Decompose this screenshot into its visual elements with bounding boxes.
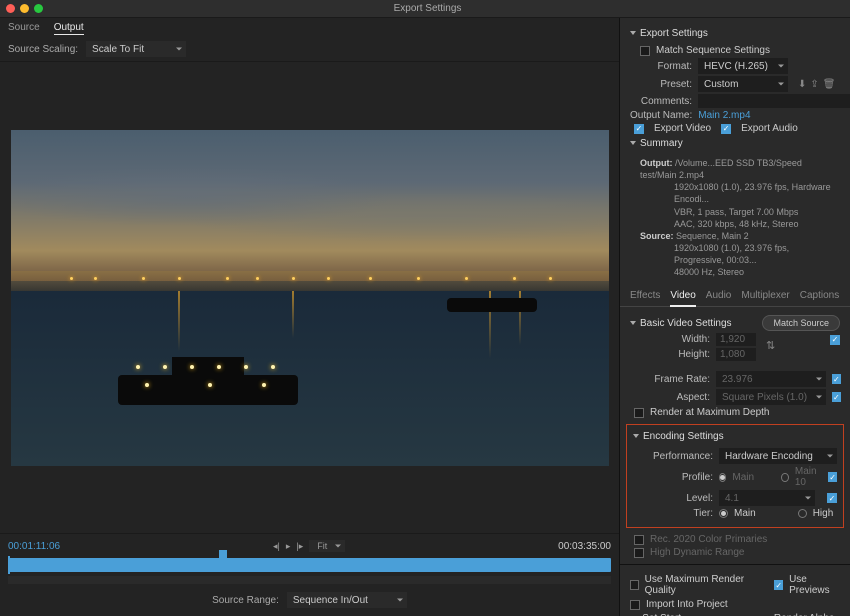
performance-label: Performance: (633, 451, 713, 462)
profile-match-checkbox[interactable]: ✓ (828, 472, 837, 482)
preset-label: Preset: (630, 79, 692, 90)
profile-label: Profile: (633, 472, 713, 483)
profile-main10-radio[interactable] (781, 473, 788, 482)
import-project-label: Import Into Project (646, 599, 728, 610)
aspect-label: Aspect: (630, 392, 710, 403)
basic-video-header[interactable]: Basic Video Settings (630, 318, 732, 329)
tier-main-radio[interactable] (719, 509, 728, 518)
width-field[interactable]: 1,920 (716, 333, 756, 346)
preset-select[interactable]: Custom (698, 76, 788, 92)
export-video-checkbox[interactable]: ✓ (634, 124, 644, 134)
framerate-match-checkbox[interactable]: ✓ (832, 374, 841, 384)
encoding-settings-box: Encoding Settings Performance: Hardware … (626, 424, 844, 528)
left-panel: Source Output Source Scaling: Scale To F… (0, 18, 620, 616)
play-icon[interactable]: ▸ (286, 541, 291, 552)
match-sequence-checkbox[interactable] (640, 46, 650, 56)
subtab-effects[interactable]: Effects (630, 290, 660, 306)
performance-select[interactable]: Hardware Encoding (719, 448, 837, 464)
tab-output[interactable]: Output (54, 22, 84, 35)
timeline-ruler[interactable] (8, 576, 611, 584)
render-max-depth-checkbox[interactable] (634, 408, 644, 418)
framerate-select[interactable]: 23.976 (716, 371, 826, 387)
aspect-select[interactable]: Square Pixels (1.0) (716, 389, 826, 405)
source-range-select[interactable]: Sequence In/Out (287, 592, 407, 608)
render-max-depth-label: Render at Maximum Depth (650, 407, 770, 418)
link-icon[interactable]: ⇅ (762, 339, 779, 352)
delete-preset-icon[interactable]: 🗑 (823, 79, 836, 90)
level-label: Level: (633, 493, 713, 504)
tab-source[interactable]: Source (8, 22, 40, 35)
rec2020-checkbox[interactable] (634, 535, 644, 545)
source-scaling-select[interactable]: Scale To Fit (86, 41, 186, 57)
titlebar: Export Settings (0, 0, 850, 18)
export-video-label: Export Video (654, 123, 711, 134)
subtab-video[interactable]: Video (670, 290, 695, 307)
output-name-label: Output Name: (630, 110, 692, 121)
rec2020-label: Rec. 2020 Color Primaries (650, 534, 767, 545)
use-previews-label: Use Previews (789, 574, 840, 596)
tier-high-label: High (813, 508, 834, 519)
current-timecode[interactable]: 00:01:11:06 (8, 541, 60, 552)
match-sequence-label: Match Sequence Settings (656, 45, 770, 56)
profile-main-label: Main (732, 472, 754, 483)
summary-header[interactable]: Summary (630, 138, 840, 149)
width-label: Width: (630, 334, 710, 345)
format-select[interactable]: HEVC (H.265) (698, 58, 788, 74)
profile-main-radio[interactable] (719, 473, 726, 482)
tier-label: Tier: (633, 508, 713, 519)
framerate-label: Frame Rate: (630, 374, 710, 385)
chevron-down-icon (630, 321, 636, 328)
summary-block: Output: /Volume...EED SSD TB3/Speed test… (630, 155, 840, 280)
comments-input[interactable] (698, 94, 850, 108)
preview-ship (447, 298, 537, 312)
close-window-icon[interactable] (6, 4, 15, 13)
step-fwd-icon[interactable]: |▸ (296, 541, 303, 552)
hdr-checkbox[interactable] (634, 548, 644, 558)
level-match-checkbox[interactable]: ✓ (827, 493, 837, 503)
import-project-checkbox[interactable] (630, 600, 640, 610)
minimize-window-icon[interactable] (20, 4, 29, 13)
level-select[interactable]: 4.1 (719, 490, 815, 506)
profile-main10-label: Main 10 (795, 466, 822, 488)
height-field[interactable]: 1,080 (716, 348, 756, 361)
chevron-down-icon (630, 31, 636, 38)
tier-main-label: Main (734, 508, 756, 519)
window-title: Export Settings (49, 3, 806, 14)
encoding-settings-header[interactable]: Encoding Settings (633, 431, 837, 442)
max-render-quality-checkbox[interactable] (630, 580, 639, 590)
chevron-down-icon (630, 141, 636, 148)
playhead[interactable] (219, 550, 227, 560)
import-preset-icon[interactable]: ⇪ (810, 79, 818, 90)
subtab-captions[interactable]: Captions (800, 290, 839, 306)
tier-high-radio[interactable] (798, 509, 807, 518)
zoom-fit-select[interactable]: Fit (309, 540, 345, 552)
subtab-audio[interactable]: Audio (706, 290, 732, 306)
chevron-down-icon (633, 434, 639, 441)
export-settings-header[interactable]: Export Settings (630, 28, 840, 39)
aspect-match-checkbox[interactable]: ✓ (832, 392, 841, 402)
save-preset-icon[interactable]: ⬇ (798, 79, 806, 90)
duration-timecode: 00:03:35:00 (558, 541, 611, 552)
source-scaling-label: Source Scaling: (8, 44, 78, 55)
source-range-label: Source Range: (212, 595, 279, 606)
export-audio-label: Export Audio (741, 123, 798, 134)
format-label: Format: (630, 61, 692, 72)
output-name-link[interactable]: Main 2.mp4 (698, 110, 750, 121)
export-audio-checkbox[interactable]: ✓ (721, 124, 731, 134)
right-panel: Export Settings Match Sequence Settings … (620, 18, 850, 616)
match-source-button[interactable]: Match Source (762, 315, 840, 331)
timeline-scrubber[interactable] (8, 558, 611, 572)
preview-ship (118, 375, 298, 405)
video-preview (11, 130, 609, 466)
use-previews-checkbox[interactable]: ✓ (774, 580, 783, 590)
comments-label: Comments: (630, 96, 692, 107)
transport-area: 00:01:11:06 ◂| ▸ |▸ Fit 00:03:35:00 Sour… (0, 533, 619, 616)
maximize-window-icon[interactable] (34, 4, 43, 13)
height-label: Height: (630, 349, 710, 360)
width-match-checkbox[interactable]: ✓ (830, 335, 840, 345)
hdr-label: High Dynamic Range (650, 547, 745, 558)
subtab-multiplexer[interactable]: Multiplexer (741, 290, 789, 306)
step-back-icon[interactable]: ◂| (273, 541, 280, 552)
max-render-quality-label: Use Maximum Render Quality (645, 574, 756, 596)
